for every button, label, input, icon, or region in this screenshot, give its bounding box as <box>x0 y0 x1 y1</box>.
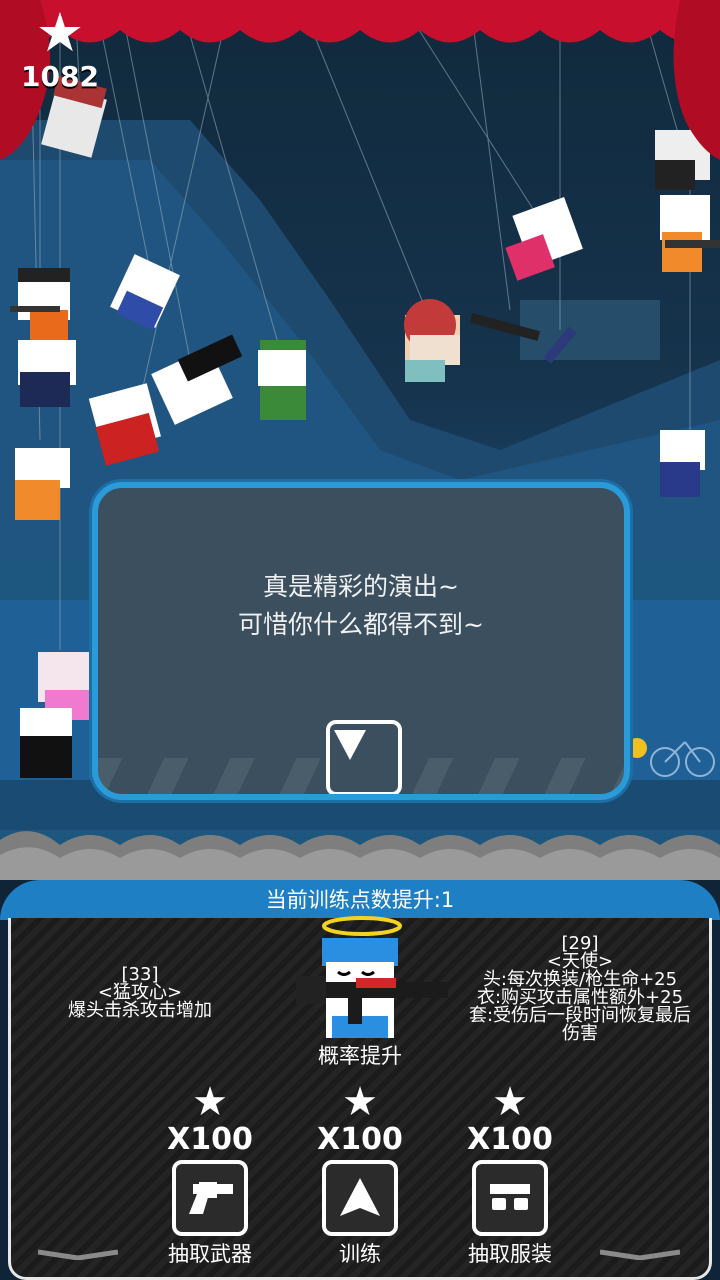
probability-label: 概率提升 <box>318 1044 402 1068</box>
draw-weapon-button[interactable]: 抽取武器 <box>145 1160 275 1268</box>
outfit-cost-value: X100 <box>467 1122 553 1157</box>
triangle-down-icon <box>334 730 366 760</box>
weapon-cost: ★ X100 <box>155 1082 265 1158</box>
sunglasses-icon <box>490 1184 530 1210</box>
stage-background: ★ 1082 真是精彩的演出~ 可惜你什么都得不到~ <box>0 0 720 880</box>
costume-line-4: 伤害 <box>562 1023 598 1044</box>
star-icon: ★ <box>342 1079 378 1125</box>
dialog-line-2: 可惜你什么都得不到~ <box>238 610 484 639</box>
draw-outfit-icon-box[interactable] <box>472 1160 548 1236</box>
arrow-up-icon <box>340 1178 380 1216</box>
dialog-line-1: 真是精彩的演出~ <box>263 572 459 601</box>
train-button[interactable]: 训练 <box>295 1160 425 1268</box>
score-display: ★ 1082 <box>20 1 100 94</box>
dialog-message: 真是精彩的演出~ 可惜你什么都得不到~ <box>98 568 624 644</box>
score-value: 1082 <box>21 60 99 93</box>
weapon-cost-value: X100 <box>167 1122 253 1157</box>
draw-outfit-label: 抽取服装 <box>468 1242 552 1266</box>
train-icon-box[interactable] <box>322 1160 398 1236</box>
skill-info: [33] <猛攻心> 爆头击杀攻击增加 <box>50 966 230 1020</box>
draw-outfit-button[interactable]: 抽取服装 <box>445 1160 575 1268</box>
star-icon: ★ <box>192 1079 228 1125</box>
draw-weapon-icon-box[interactable] <box>172 1160 248 1236</box>
corner-decoration-right <box>600 1249 680 1260</box>
corner-decoration-left <box>38 1249 118 1260</box>
train-cost: ★ X100 <box>305 1082 415 1158</box>
costume-info: [29] <天使> 头:每次换装/枪生命+25 衣:购买攻击属性额外+25 套:… <box>452 935 708 1043</box>
revolver-icon <box>189 1182 233 1214</box>
skill-desc: 爆头击杀攻击增加 <box>68 1000 212 1021</box>
message-dialog: 真是精彩的演出~ 可惜你什么都得不到~ <box>92 482 630 800</box>
train-label: 训练 <box>339 1242 381 1266</box>
draw-weapon-label: 抽取武器 <box>168 1242 252 1266</box>
next-button[interactable] <box>326 720 402 794</box>
character-preview <box>296 916 448 1038</box>
outfit-cost: ★ X100 <box>455 1082 565 1158</box>
panel-header: 当前训练点数提升:1 <box>0 880 720 920</box>
train-cost-value: X100 <box>317 1122 403 1157</box>
star-icon: ★ <box>35 1 85 64</box>
star-icon: ★ <box>492 1079 528 1125</box>
